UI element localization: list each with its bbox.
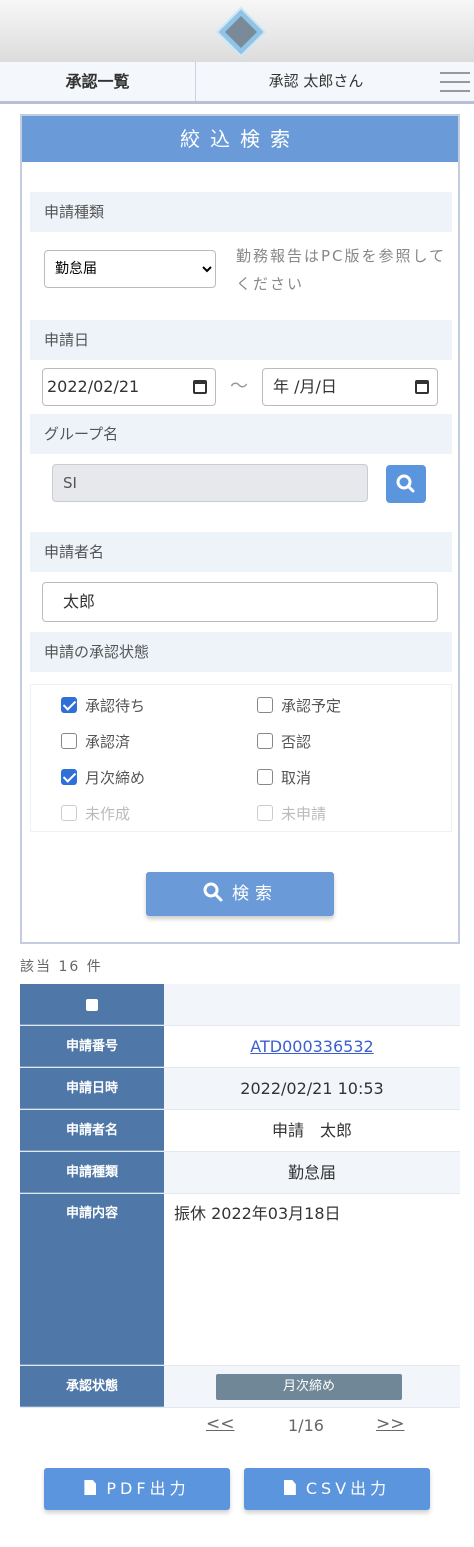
search-icon [203,882,223,902]
group-search-button[interactable] [386,465,426,503]
result-table: 申請番号 ATD000336532 申請日時 2022/02/21 10:53 … [20,984,460,1408]
application-number-link[interactable]: ATD000336532 [250,1037,373,1056]
prev-page-link[interactable]: << [206,1414,235,1434]
date-to-value: 年 /月/日 [273,377,337,396]
date-from-value: 2022/02/21 [47,377,140,396]
document-icon [283,1480,296,1495]
row-label: 申請番号 [20,1026,164,1067]
status-label: 申請の承認状態 [30,632,452,672]
applicant-label: 申請者名 [30,532,452,572]
row-value: ATD000336532 [164,1026,460,1067]
checkbox-icon[interactable] [86,998,98,1011]
row-value: 申請 太郎 [164,1110,460,1151]
date-label: 申請日 [30,320,452,360]
row-label: 承認状態 [20,1366,164,1407]
search-icon [396,474,415,493]
applicant-input[interactable]: 太郎 [42,582,438,622]
status-checkbox[interactable]: 承認待ち [61,695,145,717]
result-count: 該当 16 件 [20,959,103,975]
checkbox-icon [257,804,273,821]
checkbox-checked-icon[interactable] [61,768,77,785]
row-value: 振休 2022年03月18日 [164,1194,460,1365]
user-name: 承認 太郎さん [268,72,364,90]
top-bar [0,0,474,62]
logo-icon [215,6,267,58]
pdf-export-button[interactable]: PDF出力 [44,1468,230,1510]
date-separator: ～ [230,376,248,397]
row-label: 申請種類 [20,1152,164,1193]
empty-cell [164,984,460,1025]
checkbox-icon[interactable] [257,732,273,749]
document-icon [84,1480,97,1495]
page-indicator: 1/16 [288,1416,324,1435]
table-row: 申請内容 振休 2022年03月18日 [20,1194,460,1366]
checkbox-icon[interactable] [61,732,77,749]
group-label: グループ名 [30,414,452,454]
row-value: 勤怠届 [164,1152,460,1193]
csv-export-button[interactable]: CSV出力 [244,1468,430,1510]
row-label: 申請内容 [20,1194,164,1365]
page-title[interactable]: 承認一覧 [0,62,196,101]
type-label: 申請種類 [30,192,452,232]
status-checkbox: 未作成 [61,803,130,825]
nav-bar: 承認一覧 承認 太郎さん [0,62,474,104]
calendar-icon[interactable] [193,380,207,394]
date-to-input[interactable]: 年 /月/日 [262,368,438,406]
group-input[interactable]: SI [52,464,368,502]
status-checkboxes: 承認待ち 承認予定 承認済 否認 月次締め 取消 未作成 未申請 [30,684,452,832]
row-value: 月次締め [164,1366,460,1407]
status-badge: 月次締め [216,1374,402,1400]
checkbox-icon[interactable] [257,696,273,713]
row-label: 申請者名 [20,1110,164,1151]
table-row: 申請者名 申請 太郎 [20,1110,460,1152]
pager: << 1/16 >> [0,1414,474,1442]
checkbox-icon[interactable] [257,768,273,785]
row-label: 申請日時 [20,1068,164,1109]
checkbox-icon [61,804,77,821]
next-page-link[interactable]: >> [376,1414,405,1434]
menu-icon[interactable] [440,72,470,94]
status-checkbox[interactable]: 否認 [257,731,311,753]
checkbox-checked-icon[interactable] [61,696,77,713]
status-checkbox: 未申請 [257,803,326,825]
status-checkbox[interactable]: 承認済 [61,731,130,753]
search-button[interactable]: 検索 [146,872,334,916]
status-checkbox[interactable]: 月次締め [61,767,145,789]
date-from-input[interactable]: 2022/02/21 [42,368,216,406]
row-value: 2022/02/21 10:53 [164,1068,460,1109]
status-checkbox[interactable]: 承認予定 [257,695,341,717]
table-row [20,984,460,1026]
search-panel: 絞込検索 申請種類 勤怠届 勤務報告はPC版を参照してください 申請日 2022… [20,114,460,944]
status-checkbox[interactable]: 取消 [257,767,311,789]
select-all-cell[interactable] [20,984,164,1025]
type-select[interactable]: 勤怠届 [44,250,216,288]
search-panel-title: 絞込検索 [22,116,458,162]
type-note: 勤務報告はPC版を参照してください [236,247,447,293]
table-row: 申請日時 2022/02/21 10:53 [20,1068,460,1110]
calendar-icon[interactable] [415,380,429,394]
table-row: 申請種類 勤怠届 [20,1152,460,1194]
table-row: 承認状態 月次締め [20,1366,460,1408]
table-row: 申請番号 ATD000336532 [20,1026,460,1068]
